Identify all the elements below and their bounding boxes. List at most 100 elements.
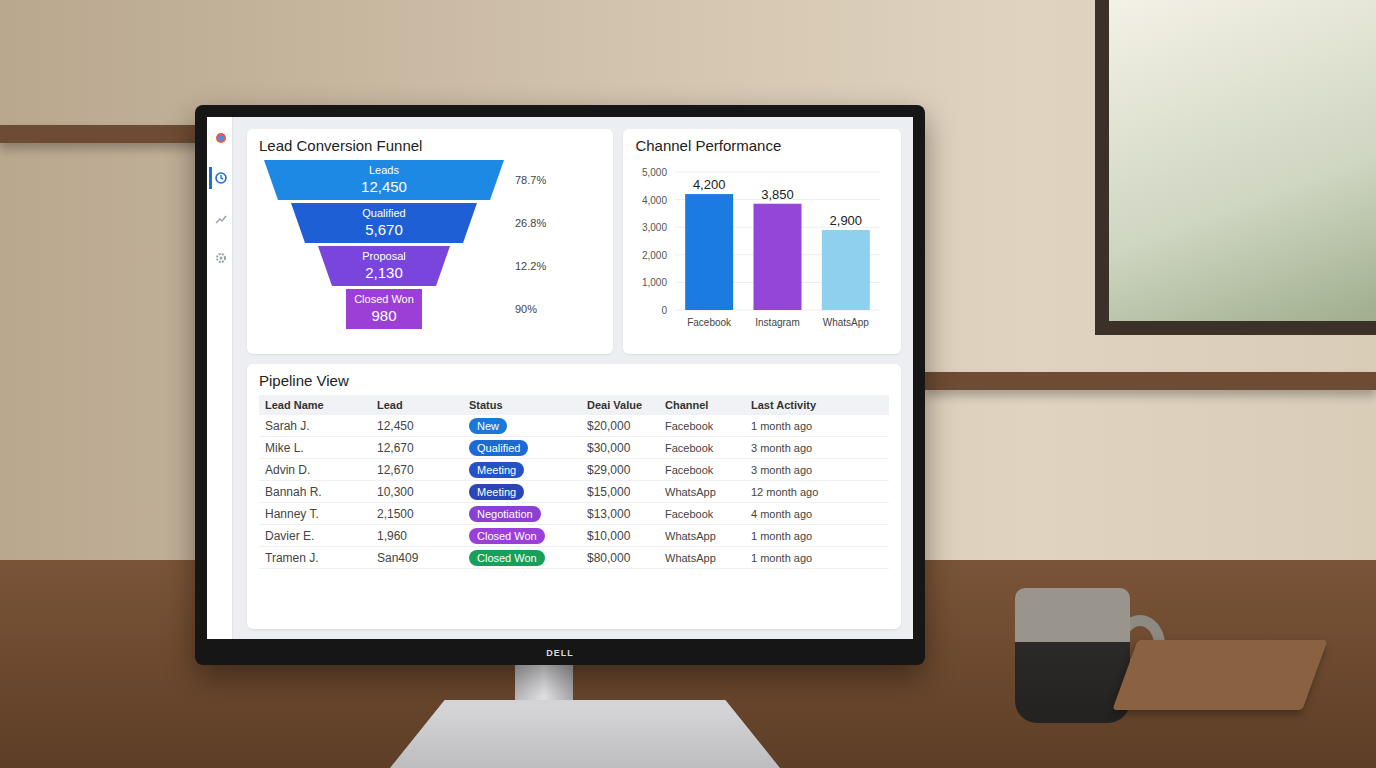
activity-cell: 1 month ago: [751, 530, 883, 542]
status-badge: Closed Won: [469, 528, 545, 544]
funnel-stage[interactable]: Closed Won980: [346, 289, 422, 329]
funnel-stage[interactable]: Proposal2,130: [318, 246, 450, 286]
dashboard-main: Lead Conversion FunnelLeads12,45078.7%Qu…: [233, 117, 913, 639]
channel-cell: WhatsApp: [665, 486, 751, 498]
monitor-base: [390, 700, 780, 768]
table-header: Lead NameLeadStatusDeai ValueChannelLast…: [259, 395, 889, 415]
status-cell: Closed Won: [469, 550, 587, 566]
lead-cell: San409: [377, 551, 469, 565]
deal-value-cell: $20,000: [587, 419, 665, 433]
svg-text:3,000: 3,000: [642, 222, 667, 233]
lead-name-cell: Davier E.: [265, 529, 377, 543]
channel-bar[interactable]: 2,900WhatsApp: [822, 213, 870, 328]
status-cell: Closed Won: [469, 528, 587, 544]
lead-name-cell: Tramen J.: [265, 551, 377, 565]
funnel-rate: 78.7%: [515, 174, 565, 186]
svg-text:4,200: 4,200: [693, 177, 726, 192]
channel-cell: Facebook: [665, 420, 751, 432]
funnel: Leads12,450 78.7% Qualified5,670 26.8% Propo…: [259, 160, 601, 329]
activity-cell: 1 month ago: [751, 420, 883, 432]
column-header[interactable]: Last Activity: [751, 399, 883, 411]
svg-text:0: 0: [662, 305, 668, 316]
deal-value-cell: $10,000: [587, 529, 665, 543]
svg-text:3,850: 3,850: [762, 187, 795, 202]
column-header[interactable]: Lead: [377, 399, 469, 411]
status-cell: Qualified: [469, 440, 587, 456]
sidebar-item[interactable]: [209, 127, 231, 149]
table-row[interactable]: Tramen J.San409Closed Won $80,000WhatsApp…: [259, 547, 889, 569]
status-badge: Meeting: [469, 484, 524, 500]
channel-cell: WhatsApp: [665, 552, 751, 564]
funnel-rate: 90%: [515, 303, 565, 315]
activity-cell: 4 month ago: [751, 508, 883, 520]
funnel-stage[interactable]: Qualified5,670: [291, 203, 477, 243]
pipeline-card: Pipeline View Lead NameLeadStatusDeai Val…: [247, 364, 901, 629]
svg-text:4,000: 4,000: [642, 195, 667, 206]
channel-cell: WhatsApp: [665, 530, 751, 542]
table-row[interactable]: Davier E.1,960Closed Won$10,000WhatsApp1…: [259, 525, 889, 547]
channel-cell: Facebook: [665, 442, 751, 454]
mug: [1015, 588, 1130, 723]
lead-cell: 12,670: [377, 441, 469, 455]
table-row[interactable]: Hanney T.2,1500Negotiation$13,000Faceboo…: [259, 503, 889, 525]
channel-cell: Facebook: [665, 508, 751, 520]
column-header[interactable]: Lead Name: [265, 399, 377, 411]
deal-value-cell: $13,000: [587, 507, 665, 521]
svg-text:Facebook: Facebook: [688, 317, 733, 328]
sidebar-item[interactable]: [209, 207, 231, 229]
left-shelf: [0, 125, 200, 143]
channel-bar-chart: 01,0002,0003,0004,0005,0004,200Facebook3…: [635, 160, 880, 340]
lead-cell: 12,450: [377, 419, 469, 433]
lead-cell: 10,300: [377, 485, 469, 499]
desk-scene: Lead Conversion FunnelLeads12,45078.7%Qu…: [0, 0, 1376, 768]
funnel-row: Qualified5,670 26.8%: [259, 203, 601, 243]
window: [1095, 0, 1376, 335]
column-header[interactable]: Deai Value: [587, 399, 665, 411]
deal-value-cell: $30,000: [587, 441, 665, 455]
funnel-rate: 26.8%: [515, 217, 565, 229]
table-row[interactable]: Bannah R.10,300Meeting $15,000WhatsApp12 …: [259, 481, 889, 503]
status-cell: Meeting: [469, 484, 587, 500]
sidebar-item[interactable]: [209, 167, 231, 189]
channel-bar[interactable]: 4,200 Facebook: [686, 177, 734, 328]
card-title: Channel Performance: [635, 137, 889, 154]
sidebar-item[interactable]: [209, 247, 231, 269]
funnel-row: Closed Won980 90%: [259, 289, 601, 329]
dashboard-screen: Lead Conversion FunnelLeads12,45078.7%Qu…: [207, 117, 913, 639]
lead-name-cell: Bannah R.: [265, 485, 377, 499]
deal-value-cell: $80,000: [587, 551, 665, 565]
activity-cell: 12 month ago: [751, 486, 883, 498]
status-cell: New: [469, 418, 587, 434]
pipeline-table: Lead NameLeadStatusDeai ValueChannelLast…: [259, 395, 889, 569]
deal-value-cell: $15,000: [587, 485, 665, 499]
funnel-row: Proposal2,130 12.2%: [259, 246, 601, 286]
funnel-rate: 12.2%: [515, 260, 565, 272]
activity-cell: 3 month ago: [751, 442, 883, 454]
status-badge: Closed Won: [469, 550, 545, 566]
status-badge: Negotiation: [469, 506, 541, 522]
gear-icon: [215, 252, 227, 264]
status-cell: Meeting: [469, 462, 587, 478]
column-header[interactable]: Channel: [665, 399, 751, 411]
card-title: Pipeline View: [259, 372, 889, 389]
funnel-stage[interactable]: Leads12,450: [264, 160, 504, 200]
funnel-row: Leads12,450 78.7%: [259, 160, 601, 200]
lead-cell: 12,670: [377, 463, 469, 477]
lead-name-cell: Sarah J.: [265, 419, 377, 433]
status-badge: Meeting: [469, 462, 524, 478]
sidebar: [207, 117, 233, 639]
lead-cell: 2,1500: [377, 507, 469, 521]
column-header[interactable]: Status: [469, 399, 587, 411]
table-row[interactable]: Advin D.12,670Meeting$29,000Facebook3 mo…: [259, 459, 889, 481]
table-row[interactable]: Mike L.12,670Qualified$30,000Facebook3 m…: [259, 437, 889, 459]
status-badge: New: [469, 418, 507, 434]
svg-text:2,900: 2,900: [830, 213, 863, 228]
lead-name-cell: Mike L.: [265, 441, 377, 455]
channel-bar[interactable]: 3,850 Instagram: [754, 187, 802, 328]
funnel-card: Lead Conversion FunnelLeads12,45078.7%Qu…: [247, 129, 613, 354]
svg-text:Instagram: Instagram: [756, 317, 800, 328]
monitor: Lead Conversion FunnelLeads12,45078.7%Qu…: [195, 105, 925, 665]
svg-text:5,000: 5,000: [642, 167, 667, 178]
chart-icon: [215, 212, 227, 224]
table-row[interactable]: Sarah J.12,450New $20,000Facebook1 month …: [259, 415, 889, 437]
